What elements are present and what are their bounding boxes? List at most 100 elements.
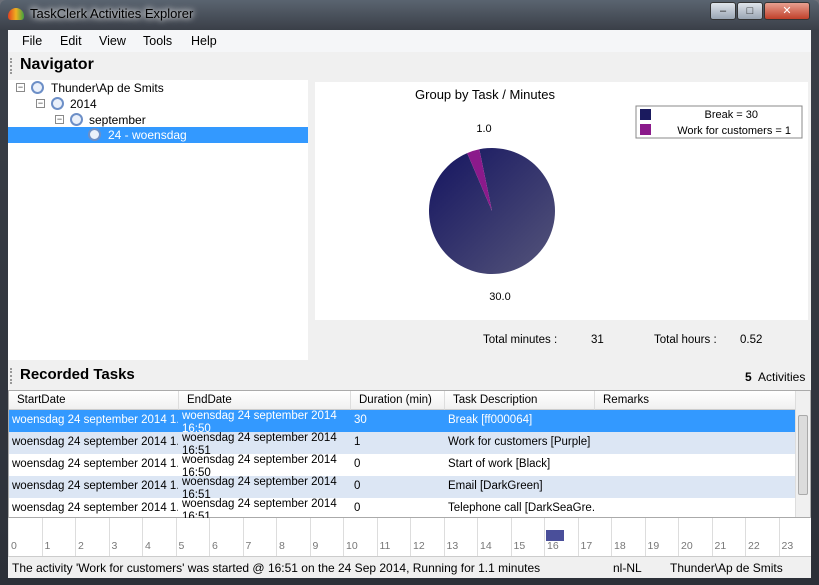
status-locale: nl-NL (613, 561, 642, 575)
tasks-table: StartDate EndDate Duration (min) Task De… (8, 390, 811, 520)
table-row[interactable]: woensdag 24 september 2014 1... woensdag … (9, 410, 796, 432)
cell-duration: 0 (354, 502, 361, 514)
cell-startdate: woensdag 24 september 2014 1... (12, 414, 178, 426)
activity-count-label: Activities (758, 370, 806, 384)
timeline-hour: 20 (678, 518, 693, 556)
menu-edit[interactable]: Edit (60, 34, 82, 48)
menu-view[interactable]: View (99, 34, 126, 48)
minimize-button[interactable]: – (710, 2, 736, 20)
timeline-hour: 3 (108, 518, 117, 556)
tree-node-label: Thunder\Ap de Smits (51, 81, 164, 95)
cell-startdate: woensdag 24 september 2014 1... (12, 436, 178, 448)
cell-duration: 1 (354, 436, 361, 448)
cell-remarks (598, 432, 795, 454)
menu-file[interactable]: File (22, 34, 42, 48)
menu-tools[interactable]: Tools (143, 34, 172, 48)
timeline-hour: 4 (142, 518, 151, 556)
tree-node-label: september (89, 113, 146, 127)
timeline-hour: 17 (577, 518, 592, 556)
col-enddate[interactable]: EndDate (179, 391, 351, 410)
col-startdate[interactable]: StartDate (9, 391, 179, 410)
window-title: TaskClerk Activities Explorer (30, 6, 194, 21)
legend-break: Break = 30 (704, 109, 758, 121)
menu-help[interactable]: Help (191, 34, 217, 48)
cell-enddate: woensdag 24 september 2014 16:51 (182, 498, 337, 520)
table-row[interactable]: woensdag 24 september 2014 1... woensdag … (9, 476, 796, 498)
tree-node-year[interactable]: − 2014 (8, 96, 308, 112)
pie-chart: Group by Task / Minutes Break = 30 Work … (415, 87, 803, 303)
collapse-icon[interactable]: − (55, 115, 64, 124)
tree-node-day[interactable]: 24 - woensdag (8, 127, 308, 143)
cell-remarks (598, 410, 795, 432)
table-row[interactable]: woensdag 24 september 2014 1... woensdag … (9, 454, 796, 476)
close-button[interactable]: ✕ (764, 2, 810, 20)
cell-duration: 0 (354, 480, 361, 492)
cell-startdate: woensdag 24 september 2014 1... (12, 502, 178, 514)
timeline-hour: 14 (477, 518, 492, 556)
total-minutes-value: 31 (591, 334, 604, 346)
timeline-hour: 10 (343, 518, 358, 556)
grip-handle[interactable] (10, 368, 13, 384)
cell-enddate: woensdag 24 september 2014 16:51 (182, 476, 337, 498)
clock-icon (88, 128, 101, 141)
collapse-icon[interactable]: − (16, 83, 25, 92)
grip-handle[interactable] (10, 58, 13, 74)
tree-node-month[interactable]: − september (8, 112, 308, 128)
status-user: Thunder\Ap de Smits (670, 561, 783, 575)
col-duration[interactable]: Duration (min) (351, 391, 445, 410)
timeline-hour: 19 (644, 518, 659, 556)
cell-duration: 30 (354, 414, 367, 426)
cell-startdate: woensdag 24 september 2014 1... (12, 458, 178, 470)
cell-remarks (598, 476, 795, 498)
menu-bar: File Edit View Tools Help (8, 30, 811, 52)
timeline-activity-block[interactable] (546, 530, 564, 541)
app-window: TaskClerk Activities Explorer – □ ✕ File… (0, 0, 819, 585)
cell-description: Telephone call [DarkSeaGre... (448, 502, 594, 514)
recorded-tasks-title: Recorded Tasks (20, 366, 135, 383)
status-bar: The activity 'Work for customers' was st… (8, 556, 811, 578)
timeline-hour: 8 (276, 518, 285, 556)
table-row[interactable]: woensdag 24 september 2014 1... woensdag … (9, 498, 796, 520)
activity-count: 5 (745, 370, 752, 384)
vertical-scrollbar[interactable] (795, 391, 810, 517)
clock-icon (51, 97, 64, 110)
cell-remarks (598, 498, 795, 520)
legend-swatch-work (640, 124, 651, 135)
tree-node-label: 2014 (70, 97, 97, 111)
pie-chart-panel: Group by Task / Minutes Break = 30 Work … (315, 82, 808, 320)
col-remarks[interactable]: Remarks (595, 391, 796, 410)
total-hours-value: 0.52 (740, 334, 763, 346)
total-hours-label: Total hours : (654, 334, 717, 346)
timeline-hour: 22 (745, 518, 760, 556)
client-area: File Edit View Tools Help Navigator − Th… (8, 30, 811, 578)
table-row[interactable]: woensdag 24 september 2014 1... woensdag … (9, 432, 796, 454)
timeline-hour: 9 (309, 518, 318, 556)
cell-description: Email [DarkGreen] (448, 480, 543, 492)
cell-enddate: woensdag 24 september 2014 16:50 (182, 410, 337, 432)
cell-enddate: woensdag 24 september 2014 16:50 (182, 454, 337, 476)
timeline-hour: 1 (41, 518, 50, 556)
timeline-hour: 7 (242, 518, 251, 556)
scrollbar-thumb[interactable] (798, 415, 808, 495)
navigator-tree: − Thunder\Ap de Smits − 2014 − september… (8, 80, 308, 360)
app-icon (8, 8, 24, 20)
collapse-icon[interactable]: − (36, 99, 45, 108)
cell-remarks (598, 454, 795, 476)
legend-swatch-break (640, 109, 651, 120)
col-description[interactable]: Task Description (445, 391, 595, 410)
tree-node-user[interactable]: − Thunder\Ap de Smits (8, 80, 308, 96)
timeline-hour: 11 (376, 518, 390, 556)
tree-node-label: 24 - woensdag (108, 128, 187, 142)
cell-startdate: woensdag 24 september 2014 1... (12, 480, 178, 492)
navigator-title: Navigator (20, 56, 94, 73)
clock-icon (31, 81, 44, 94)
status-message: The activity 'Work for customers' was st… (12, 561, 541, 575)
maximize-button[interactable]: □ (737, 2, 763, 20)
timeline-hour: 5 (175, 518, 184, 556)
timeline-hour: 12 (410, 518, 425, 556)
timeline-hour: 2 (75, 518, 84, 556)
timeline-hour: 15 (510, 518, 525, 556)
timeline-hour: 23 (778, 518, 793, 556)
timeline-hour: 6 (209, 518, 218, 556)
cell-duration: 0 (354, 458, 361, 470)
